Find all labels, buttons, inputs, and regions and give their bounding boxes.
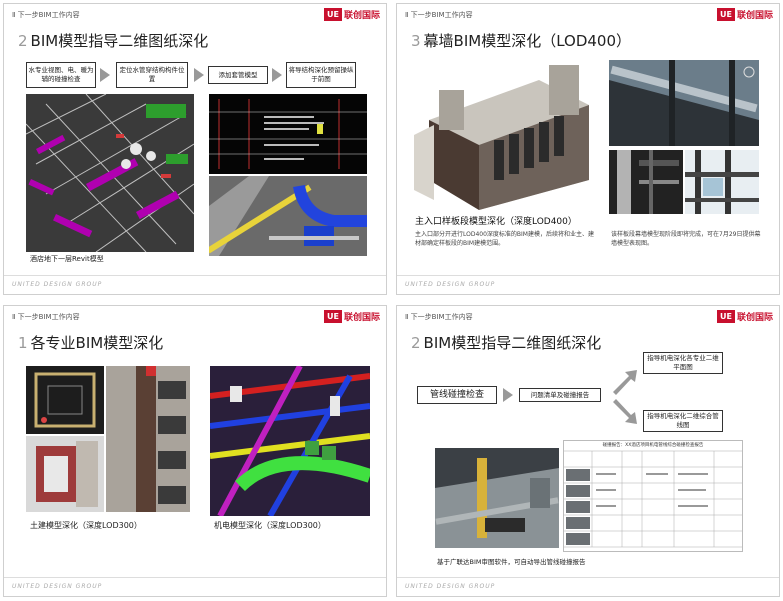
slide-title: 2 BIM模型指导二维图纸深化 [411,334,602,352]
subsection-title: 主入口样板段模型深化（深度LOD400） [415,217,577,227]
footer-divider [397,577,779,578]
arch-plan-image [26,366,104,434]
section-detail-image [609,150,683,214]
flow-arrow [503,388,513,402]
company-logo: UE 联创国际 [324,310,380,323]
caption-mep: 机电模型深化（深度LOD300） [214,521,326,530]
collision-report-table: 碰撞报告：XX酒店项目机电管线综合碰撞检查报告 [563,440,743,552]
slide-header: Ⅱ 下一步BIM工作内容 UE 联创国际 [4,306,386,328]
flow-step-2: 定位水管穿结构构件位置 [116,62,188,88]
duct-render-image [209,176,367,256]
subsection-desc: 主入口部分开进行LOD400深度标准的BIM建模，后续将和业主、建材部确定样板段… [415,231,594,247]
company-logo: UE 联创国际 [717,8,773,21]
slide-3: Ⅱ 下一步BIM工作内容 UE 联创国际 1 各专业BIM模型深化 土建模型深化（… [3,305,387,597]
image-caption: 基于广联达BIM审图软件，可自动导出管线碰撞报告 [437,558,586,566]
slide-title: 1 各专业BIM模型深化 [18,334,164,352]
footer-text: UNITED DESIGN GROUP [12,583,103,590]
slide-title: 3 幕墙BIM模型深化（LOD400） [411,32,632,50]
report-box: 问题清单及碰撞报告 [519,388,601,402]
section-label: Ⅱ 下一步BIM工作内容 [12,313,80,321]
footer-divider [4,275,386,276]
flow-arrow [272,68,282,82]
section-label: Ⅱ 下一步BIM工作内容 [405,11,473,19]
branch-arrows [613,370,637,424]
footer-divider [4,577,386,578]
footer-divider [397,275,779,276]
company-logo: UE 联创国际 [324,8,380,21]
slide-2: Ⅱ 下一步BIM工作内容 UE 联创国际 3 幕墙BIM模型深化（LOD400） … [396,3,780,295]
curtain-wall-model-image [409,60,597,210]
flow-step-3: 添加套管模型 [208,66,268,84]
right-desc: 该样板段幕墙模型现阶段即将完成，可在7月29日提供幕墙模型表现图。 [611,231,761,247]
arch-facade-image [106,366,190,512]
table-title: 碰撞报告：XX酒店项目机电管线综合碰撞检查报告 [602,443,704,448]
flow-arrow [100,68,110,82]
slide-title: 2 BIM模型指导二维图纸深化 [18,32,209,50]
slide-header: Ⅱ 下一步BIM工作内容 UE 联创国际 [4,4,386,26]
flow-step-1: 水专业视图、电、暖为辅的碰撞检查 [26,62,96,88]
footer-text: UNITED DESIGN GROUP [12,281,103,288]
slide-1: Ⅱ 下一步BIM工作内容 UE 联创国际 2 BIM模型指导二维图纸深化 水专业视… [3,3,387,295]
guide-plan-box: 指导机电深化各专业二维平面图 [643,352,723,374]
slide-header: Ⅱ 下一步BIM工作内容 UE 联创国际 [397,306,779,328]
arch-section-image [26,436,104,512]
cad-drawing-image [209,94,367,174]
caption-architecture: 土建模型深化（深度LOD300） [30,521,142,530]
footer-text: UNITED DESIGN GROUP [405,281,496,288]
glazing-detail-image [685,150,759,214]
image-caption: 酒店地下一层Revit模型 [30,255,104,263]
section-label: Ⅱ 下一步BIM工作内容 [405,313,473,321]
collision-screenshot-image [435,448,559,548]
flow-step-4: 将导结构深化预留操纵于前图 [286,62,356,88]
slide-header: Ⅱ 下一步BIM工作内容 UE 联创国际 [397,4,779,26]
footer-text: UNITED DESIGN GROUP [405,583,496,590]
collision-check-box: 管线碰撞检查 [417,386,497,404]
bim-model-image [26,94,194,252]
company-logo: UE 联创国际 [717,310,773,323]
section-label: Ⅱ 下一步BIM工作内容 [12,11,80,19]
mep-model-image [210,366,370,516]
guide-pipeline-box: 指导机电深化二维综合管线图 [643,410,723,432]
slide-4: Ⅱ 下一步BIM工作内容 UE 联创国际 2 BIM模型指导二维图纸深化 管线碰撞… [396,305,780,597]
flow-arrow [194,68,204,82]
curtain-wall-detail-image [609,60,759,146]
